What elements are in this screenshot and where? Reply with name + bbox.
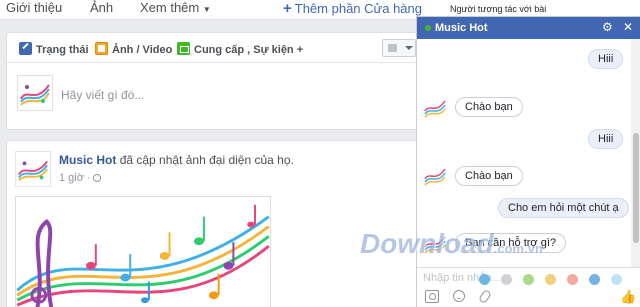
attachment-icon[interactable]	[477, 288, 493, 305]
page-avatar-thumbnail	[17, 75, 53, 111]
emoji-icon[interactable]	[453, 290, 465, 302]
chat-color-option[interactable]	[523, 274, 534, 285]
tab-about[interactable]: Giới thiệu	[6, 0, 62, 15]
download-watermark-logo: Download.com.vn	[360, 228, 543, 260]
post-time-label: 1 giờ ·	[59, 172, 91, 184]
chat-color-option[interactable]	[589, 274, 600, 285]
gear-icon[interactable]: ⚙	[602, 20, 613, 34]
chat-color-option[interactable]	[567, 274, 578, 285]
composer-tabs: Trạng thái Ảnh / Video Cung cấp , Sự kiệ…	[7, 33, 417, 63]
timeline-post: Music Hot đã cập nhật ảnh đại diện của h…	[6, 140, 418, 307]
message-outgoing: Cho em hỏi một chút ạ	[498, 198, 629, 218]
composer-tab-offer-event[interactable]: Cung cấp , Sự kiện +	[177, 42, 303, 56]
audience-selector[interactable]	[382, 39, 416, 57]
watermark-text: Download	[360, 228, 494, 259]
contact-avatar	[423, 95, 447, 119]
chat-color-option[interactable]	[545, 274, 556, 285]
composer-tab-offer-label: Cung cấp , Sự kiện +	[194, 44, 304, 56]
tab-more[interactable]: Xem thêm ▼	[140, 0, 211, 15]
chat-scrollbar-thumb[interactable]	[633, 133, 639, 243]
chat-composer: Nhập tin nhắn... 👍	[417, 267, 640, 307]
messenger-chat-window: Music Hot ⚙ ✕ Hiii Chào bạn Hiii Chào bạ…	[416, 16, 640, 307]
chat-color-option[interactable]	[501, 274, 512, 285]
message-outgoing: Hiii	[588, 129, 624, 149]
post-engagement-link[interactable]: Người tương tác với bài	[450, 4, 546, 14]
post-author-link[interactable]: Music Hot	[59, 153, 116, 167]
composer-tab-status[interactable]: Trạng thái	[19, 42, 89, 56]
plus-icon: +	[283, 0, 292, 17]
post-image-music-notes[interactable]	[15, 196, 271, 307]
tab-photos[interactable]: Ảnh	[90, 0, 113, 15]
chat-header[interactable]: Music Hot ⚙ ✕	[417, 17, 640, 39]
camera-icon[interactable]	[425, 290, 439, 303]
page-avatar[interactable]	[15, 151, 51, 187]
chat-color-option[interactable]	[611, 274, 622, 285]
tab-more-label: Xem thêm	[140, 0, 200, 15]
composer-input-placeholder[interactable]: Hãy viết gì đó...	[61, 88, 144, 102]
audience-icon	[388, 44, 397, 52]
globe-icon	[92, 174, 101, 182]
message-incoming: Chào bạn	[455, 166, 523, 186]
post-composer: Trạng thái Ảnh / Video Cung cấp , Sự kiệ…	[6, 32, 418, 130]
add-shop-section-link[interactable]: + Thêm phần Cửa hàng	[283, 0, 422, 17]
close-icon[interactable]: ✕	[623, 20, 633, 34]
composer-tab-status-label: Trạng thái	[36, 44, 89, 56]
pencil-icon	[19, 42, 32, 55]
chevron-down-icon	[405, 46, 413, 50]
thumbs-up-icon[interactable]: 👍	[620, 290, 636, 303]
message-outgoing: Hiii	[588, 49, 624, 69]
watermark-suffix: .com.vn	[493, 241, 543, 256]
post-action-text: đã cập nhật ảnh đại diện của họ.	[119, 153, 294, 167]
dropdown-caret-icon: ▼	[202, 5, 211, 14]
chat-color-option[interactable]	[479, 274, 490, 285]
composer-tab-photo-video[interactable]: Ảnh / Video	[95, 42, 172, 56]
photo-icon	[95, 42, 108, 55]
message-incoming: Chào bạn	[455, 97, 523, 117]
add-section-label: Thêm phần Cửa hàng	[294, 1, 422, 16]
online-status-icon	[425, 25, 431, 31]
post-headline: Music Hot đã cập nhật ảnh đại diện của h…	[59, 153, 294, 167]
contact-avatar	[423, 163, 447, 187]
chat-title[interactable]: Music Hot	[435, 22, 488, 34]
offer-icon	[177, 42, 190, 55]
post-timestamp[interactable]: 1 giờ ·	[59, 172, 101, 184]
composer-tab-photo-label: Ảnh / Video	[112, 44, 173, 56]
